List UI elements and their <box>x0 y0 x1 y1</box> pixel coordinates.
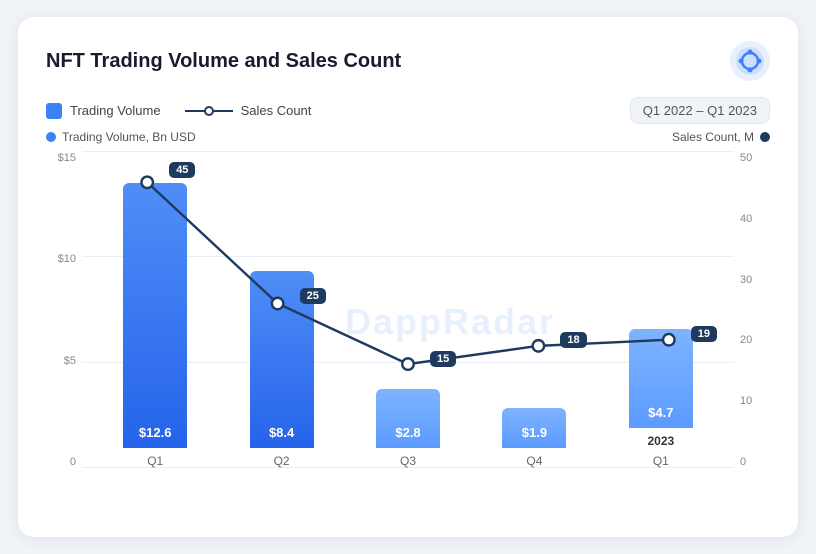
date-range-text: Q1 2022 – Q1 2023 <box>643 103 757 118</box>
bar-group-q2-2022: $8.4 Q2 <box>218 152 344 468</box>
y-axis-left: $15 $10 $5 0 <box>46 152 82 492</box>
legend-sales-count: Sales Count <box>185 103 312 118</box>
legend-sales-count-label: Sales Count <box>241 103 312 118</box>
dappradar-logo-icon <box>730 41 770 81</box>
y-axis-left-label: Trading Volume, Bn USD <box>46 130 196 144</box>
bar-group-q1-2022: $12.6 Q1 <box>92 152 218 468</box>
bar-group-q1-2023: $4.7 2023 Q1 <box>598 152 724 468</box>
bar-q2-2022: $8.4 <box>250 271 314 448</box>
sales-count-line-icon <box>185 106 233 116</box>
bar-group-q3-2022: $2.8 Q3 <box>345 152 471 468</box>
dot-blue-icon <box>46 132 56 142</box>
bar-q3-2022: $2.8 <box>376 389 440 448</box>
chart-card: NFT Trading Volume and Sales Count Tradi… <box>18 17 798 537</box>
legend-left: Trading Volume Sales Count <box>46 103 311 119</box>
date-range-selector[interactable]: Q1 2022 – Q1 2023 <box>630 97 770 124</box>
trading-volume-color-swatch <box>46 103 62 119</box>
page-title: NFT Trading Volume and Sales Count <box>46 50 401 73</box>
chart-area: $15 $10 $5 0 DappRadar $12.6 <box>46 152 770 492</box>
bar-q1-2023: $4.7 <box>629 329 693 428</box>
y-axis-right: 50 40 30 20 10 0 <box>734 152 770 492</box>
legend-row: Trading Volume Sales Count Q1 2022 – Q1 … <box>46 97 770 124</box>
bars-container: $12.6 Q1 $8.4 Q2 $2.8 Q3 <box>82 152 734 468</box>
bar-q4-2022: $1.9 <box>502 408 566 448</box>
axis-labels-row: Trading Volume, Bn USD Sales Count, M <box>46 130 770 144</box>
legend-trading-volume: Trading Volume <box>46 103 161 119</box>
dot-dark-icon <box>760 132 770 142</box>
chart-inner: DappRadar $12.6 Q1 $8.4 Q2 <box>82 152 734 492</box>
legend-trading-volume-label: Trading Volume <box>70 103 161 118</box>
bar-group-q4-2022: $1.9 Q4 <box>471 152 597 468</box>
y-axis-right-label: Sales Count, M <box>672 130 770 144</box>
bar-q1-2022: $12.6 <box>123 183 187 448</box>
card-header: NFT Trading Volume and Sales Count <box>46 41 770 81</box>
